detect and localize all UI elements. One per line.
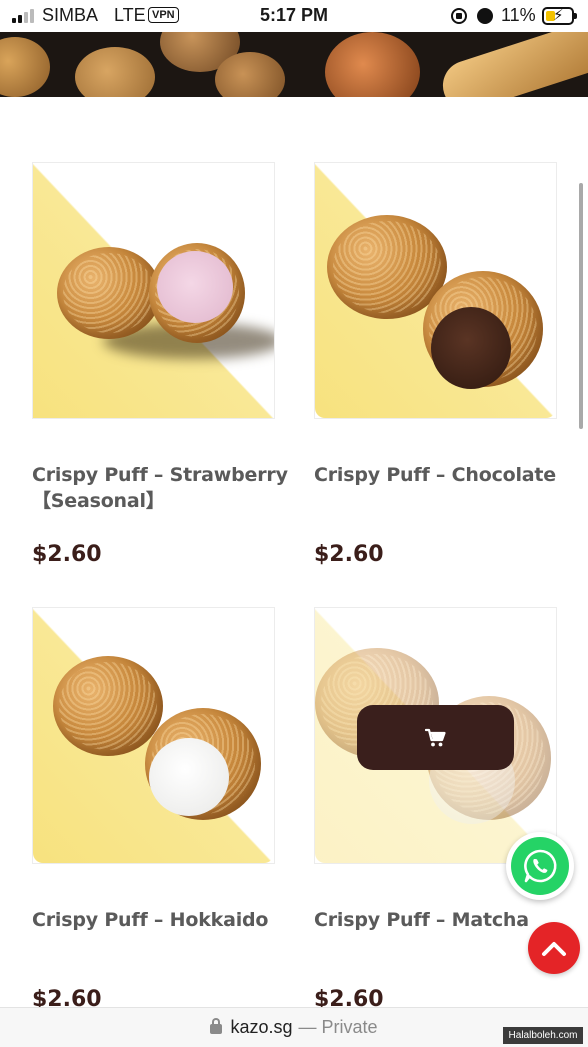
signal-icon [12,9,34,23]
product-image[interactable] [32,162,275,419]
product-card[interactable]: Crispy Puff – Hokkaido $2.60 [32,607,275,1027]
product-image[interactable] [32,607,275,864]
url-domain: kazo.sg [230,1017,293,1037]
whatsapp-icon [524,849,557,883]
status-bar: SIMBA LTE VPN 5:17 PM 11% ⚡ [0,0,588,32]
product-image[interactable] [314,162,557,419]
chevron-up-icon [542,942,566,956]
add-to-cart-button[interactable] [357,705,514,770]
product-name[interactable]: Crispy Puff – Chocolate [314,462,574,488]
page-scrollbar[interactable] [579,183,583,429]
product-card[interactable]: Crispy Puff – Chocolate $2.60 [314,162,557,582]
charging-icon: ⚡ [553,7,564,24]
whatsapp-button[interactable] [506,832,574,900]
rotation-lock-icon [451,8,467,24]
carrier-name: SIMBA [42,5,99,25]
private-mode-label: — Private [298,1017,378,1037]
browser-url-bar[interactable]: kazo.sg — Private [0,1007,588,1047]
scroll-to-top-button[interactable] [528,922,580,974]
product-card[interactable]: Crispy Puff – Strawberry 【Seasonal】 $2.6… [32,162,288,582]
watermark: Halalboleh.com [503,1027,583,1044]
product-price: $2.60 [32,542,102,567]
lock-icon [210,1017,223,1034]
network-type: LTE [114,5,146,25]
product-price: $2.60 [314,542,384,567]
product-name[interactable]: Crispy Puff – Hokkaido [32,907,292,933]
battery-percentage: 11% [501,5,536,25]
product-card[interactable]: Crispy Puff – Matcha $2.60 [314,607,557,1027]
hero-banner-image [0,32,588,97]
cart-icon [424,728,446,746]
vpn-badge: VPN [148,7,179,23]
product-name[interactable]: Crispy Puff – Strawberry 【Seasonal】 [32,462,292,514]
alarm-icon [477,8,493,24]
